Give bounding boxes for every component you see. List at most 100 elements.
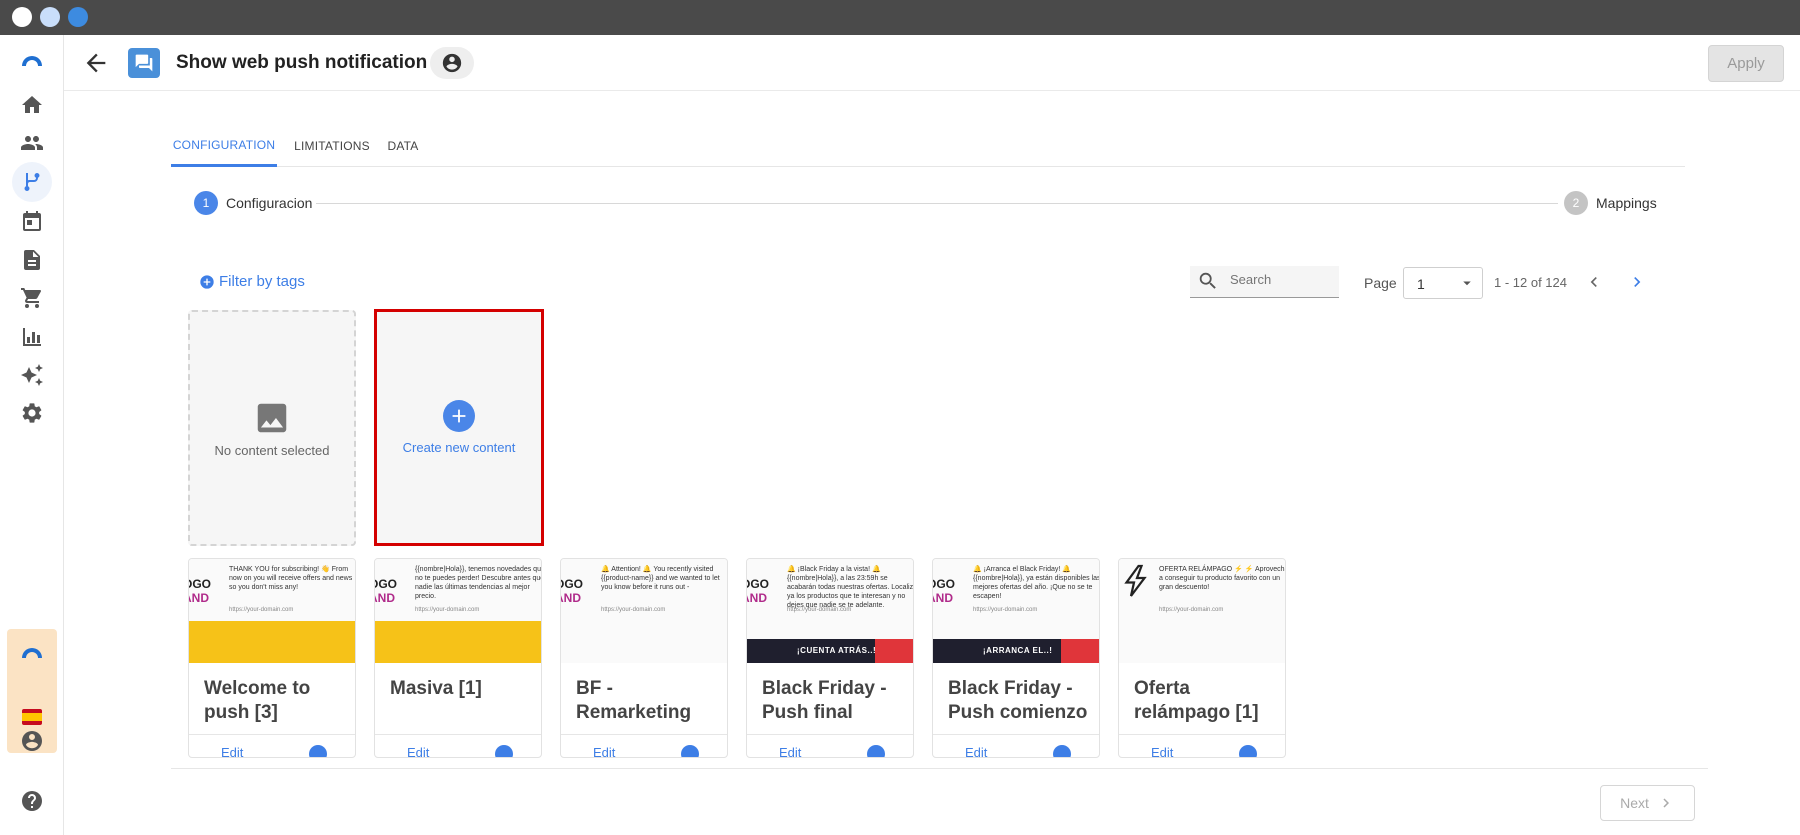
next-page-button[interactable] — [1623, 267, 1651, 297]
info-icon[interactable] — [867, 745, 885, 757]
page-select[interactable]: 1 — [1403, 267, 1483, 299]
create-new-content-card[interactable]: Create new content — [374, 309, 544, 546]
template-preview-text: OFERTA RELÁMPAGO ⚡ ⚡ Aprovecha a consegu… — [1159, 566, 1286, 591]
caret-down-icon — [1463, 281, 1471, 286]
tab-data[interactable]: DATA — [375, 125, 431, 167]
template-image-accent — [875, 639, 913, 663]
template-preview-text: THANK YOU for subscribing! 👋 From now on… — [229, 566, 353, 591]
template-card[interactable]: OFERTA RELÁMPAGO ⚡ ⚡ Aprovecha a consegu… — [1118, 558, 1286, 758]
step-2-number[interactable]: 2 — [1564, 191, 1588, 215]
template-thumbnail: OGOAND 🔔 Attention! 🔔 You recently visit… — [561, 559, 727, 663]
step-1-number[interactable]: 1 — [194, 191, 218, 215]
stepper: 1 Configuracion 2 Mappings — [192, 190, 1657, 216]
edit-link[interactable]: Edit — [407, 745, 429, 757]
template-logo: OGOAND — [747, 577, 770, 605]
sidebar-item-ai[interactable] — [12, 355, 52, 395]
template-thumbnail: OGOAND THANK YOU for subscribing! 👋 From… — [189, 559, 355, 663]
template-preview-url: https://your-domain.com — [601, 607, 666, 613]
pagination-range: 1 - 12 of 124 — [1494, 275, 1567, 290]
template-card[interactable]: OGOAND 🔔 Attention! 🔔 You recently visit… — [560, 558, 728, 758]
template-title: Masiva [1] — [390, 678, 482, 699]
logo-arc-icon — [22, 56, 42, 66]
document-icon — [24, 250, 40, 270]
back-button[interactable] — [82, 49, 110, 77]
lightning-cart-icon — [1124, 564, 1147, 597]
apply-button[interactable]: Apply — [1708, 45, 1784, 82]
template-thumbnail: OGOAND 🔔 ¡Black Friday a la vista! 🔔 {{n… — [747, 559, 913, 663]
template-title: Black Friday - Push comienzo — [948, 678, 1088, 723]
edit-link[interactable]: Edit — [593, 745, 615, 757]
template-actions: Edit — [561, 734, 727, 757]
info-icon[interactable] — [681, 745, 699, 757]
template-logo: OGOAND — [561, 577, 584, 605]
page-select-value: 1 — [1417, 276, 1425, 292]
search-field[interactable] — [1190, 266, 1339, 298]
info-icon[interactable] — [1053, 745, 1071, 757]
window-maximize-dot[interactable] — [68, 7, 88, 27]
info-icon[interactable] — [495, 745, 513, 757]
step-2-label[interactable]: Mappings — [1596, 195, 1657, 211]
sidebar-item-account[interactable] — [12, 721, 52, 761]
sidebar-item-home[interactable] — [12, 85, 52, 125]
search-icon — [1199, 272, 1216, 289]
template-image-accent — [1061, 639, 1099, 663]
app-root: Show web push notification Apply CONFIGU… — [0, 35, 1800, 835]
step-1-label[interactable]: Configuracion — [226, 195, 312, 211]
template-actions: Edit — [747, 734, 913, 757]
plus-icon — [443, 400, 475, 432]
app-logo[interactable] — [12, 41, 52, 81]
tab-limitations[interactable]: LIMITATIONS — [285, 125, 379, 167]
edit-link[interactable]: Edit — [779, 745, 801, 757]
next-button[interactable]: Next — [1600, 785, 1695, 821]
template-preview-text: 🔔 Attention! 🔔 You recently visited {{pr… — [601, 566, 720, 591]
template-image — [189, 621, 355, 663]
sidebar-item-help[interactable] — [12, 781, 52, 821]
sidebar-item-commerce[interactable] — [12, 278, 52, 318]
filter-by-tags-button[interactable]: Filter by tags — [199, 273, 305, 290]
home-icon — [22, 96, 42, 113]
template-card[interactable]: OGOAND 🔔 ¡Arranca el Black Friday! 🔔 {{n… — [932, 558, 1100, 758]
chevron-right-icon — [1634, 277, 1641, 287]
edit-link[interactable]: Edit — [1151, 745, 1173, 757]
edit-link[interactable]: Edit — [965, 745, 987, 757]
image-placeholder-icon — [257, 403, 287, 432]
template-card[interactable]: OGOAND THANK YOU for subscribing! 👋 From… — [188, 558, 356, 758]
template-preview-url: https://your-domain.com — [1159, 607, 1224, 613]
calendar-icon — [23, 211, 41, 231]
template-title: Oferta relámpago [1] — [1134, 678, 1259, 723]
info-icon[interactable] — [1239, 745, 1257, 757]
no-content-card: No content selected — [188, 310, 356, 546]
flow-icon — [24, 173, 40, 191]
search-input[interactable] — [1230, 272, 1330, 287]
info-icon[interactable] — [309, 745, 327, 757]
template-card[interactable]: OGOAND {{nombre|Hola}}, tenemos novedade… — [374, 558, 542, 758]
sidebar — [0, 35, 64, 835]
gear-icon — [22, 403, 42, 423]
template-banner-text: ¡ARRANCA EL..! — [983, 646, 1053, 655]
owner-chip[interactable] — [430, 47, 474, 79]
sidebar-item-audience[interactable] — [12, 123, 52, 163]
account-circle-icon — [442, 53, 462, 73]
next-label: Next — [1620, 795, 1649, 811]
sidebar-item-settings[interactable] — [12, 393, 52, 433]
sidebar-item-content[interactable] — [12, 240, 52, 280]
no-content-label: No content selected — [214, 442, 330, 458]
prev-page-button[interactable] — [1580, 267, 1608, 297]
template-title: BF - Remarketing — [576, 678, 692, 723]
window-minimize-dot[interactable] — [40, 7, 60, 27]
cart-icon — [21, 288, 42, 308]
sidebar-item-flows[interactable] — [12, 162, 52, 202]
sparkle-icon — [21, 364, 43, 386]
edit-link[interactable]: Edit — [221, 745, 243, 757]
window-close-dot[interactable] — [12, 7, 32, 27]
template-card[interactable]: OGOAND 🔔 ¡Black Friday a la vista! 🔔 {{n… — [746, 558, 914, 758]
sidebar-item-analytics[interactable] — [12, 317, 52, 357]
tab-bar: CONFIGURATION LIMITATIONS DATA — [171, 125, 1685, 167]
template-preview-url: https://your-domain.com — [787, 607, 852, 613]
chevron-right-icon — [1663, 798, 1669, 808]
tab-configuration[interactable]: CONFIGURATION — [171, 125, 277, 167]
arrow-left-icon — [86, 53, 106, 73]
step-connector — [316, 203, 1558, 204]
sidebar-item-calendar[interactable] — [12, 201, 52, 241]
template-actions: Edit — [189, 734, 355, 757]
